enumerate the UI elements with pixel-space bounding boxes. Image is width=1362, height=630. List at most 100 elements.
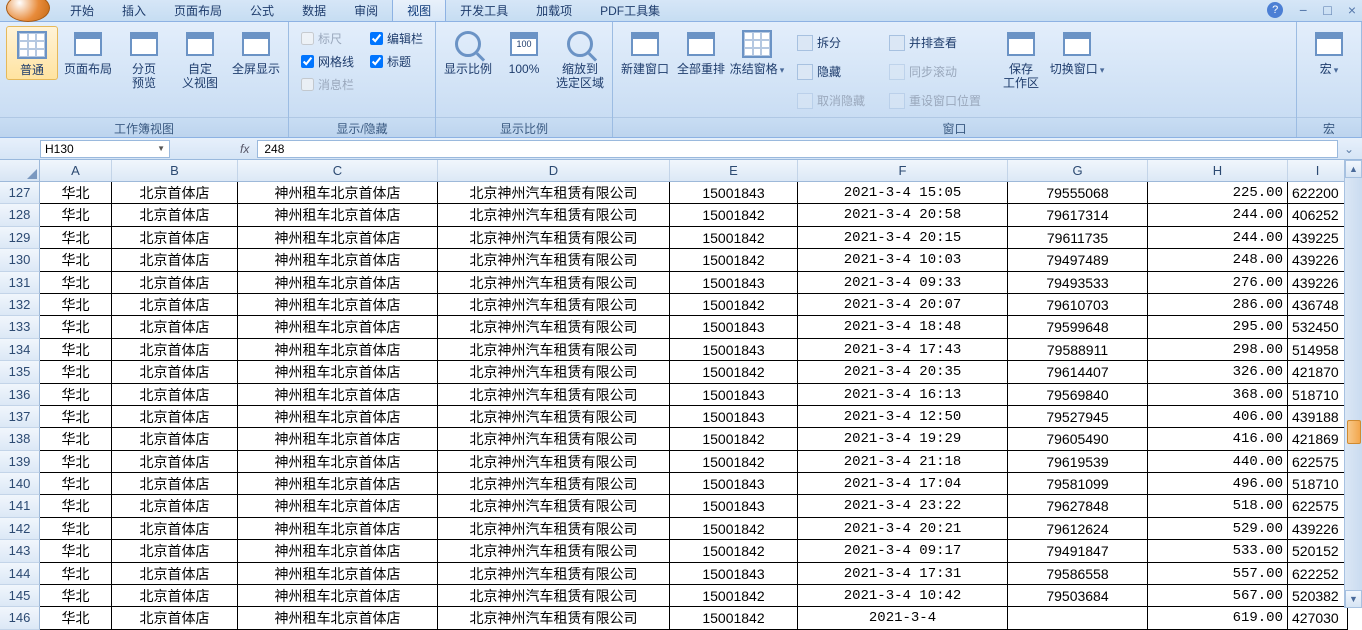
cell[interactable]: 神州租车北京首体店 (238, 540, 438, 562)
cell[interactable]: 532450 (1288, 316, 1348, 338)
help-icon[interactable]: ? (1267, 2, 1283, 18)
cell[interactable]: 北京神州汽车租赁有限公司 (438, 361, 670, 383)
row-header[interactable]: 136 (0, 384, 40, 406)
cell[interactable]: 神州租车北京首体店 (238, 316, 438, 338)
col-header-H[interactable]: H (1148, 160, 1288, 181)
cell[interactable]: 439226 (1288, 249, 1348, 271)
cell[interactable]: 15001843 (670, 182, 798, 204)
cell[interactable]: 华北 (40, 384, 112, 406)
normal-view-button[interactable]: 普通 (6, 26, 58, 80)
cell[interactable]: 华北 (40, 518, 112, 540)
cell[interactable]: 神州租车北京首体店 (238, 451, 438, 473)
table-row[interactable]: 140华北北京首体店神州租车北京首体店北京神州汽车租赁有限公司150018432… (0, 473, 1362, 495)
cell[interactable]: 79617314 (1008, 204, 1148, 226)
cell[interactable]: 520152 (1288, 540, 1348, 562)
cell[interactable]: 79569840 (1008, 384, 1148, 406)
cell[interactable]: 79627848 (1008, 495, 1148, 517)
tab-pagelayout[interactable]: 页面布局 (160, 0, 236, 21)
cell[interactable]: 神州租车北京首体店 (238, 339, 438, 361)
cell[interactable]: 2021-3-4 09:33 (798, 272, 1008, 294)
cell[interactable]: 416.00 (1148, 428, 1288, 450)
cell[interactable]: 79581099 (1008, 473, 1148, 495)
zoom-button[interactable]: 显示比例 (442, 26, 494, 78)
cell[interactable]: 427030 (1288, 607, 1348, 629)
hide-button[interactable]: 隐藏 (793, 61, 869, 82)
cell[interactable]: 79619539 (1008, 451, 1148, 473)
close-button[interactable]: × (1348, 2, 1356, 18)
cell[interactable]: 神州租车北京首体店 (238, 563, 438, 585)
row-header[interactable]: 134 (0, 339, 40, 361)
row-header[interactable]: 131 (0, 272, 40, 294)
side-by-side-button[interactable]: 并排查看 (885, 32, 985, 53)
table-row[interactable]: 142华北北京首体店神州租车北京首体店北京神州汽车租赁有限公司150018422… (0, 518, 1362, 540)
cell[interactable]: 439188 (1288, 406, 1348, 428)
cell[interactable]: 15001843 (670, 495, 798, 517)
switch-windows-button[interactable]: 切换窗口▾ (1051, 26, 1103, 79)
cell[interactable]: 北京首体店 (112, 473, 238, 495)
cell[interactable]: 440.00 (1148, 451, 1288, 473)
cell[interactable]: 79491847 (1008, 540, 1148, 562)
cell[interactable]: 华北 (40, 607, 112, 629)
row-header[interactable]: 145 (0, 585, 40, 607)
cell[interactable]: 华北 (40, 227, 112, 249)
table-row[interactable]: 129华北北京首体店神州租车北京首体店北京神州汽车租赁有限公司150018422… (0, 227, 1362, 249)
cell[interactable]: 神州租车北京首体店 (238, 361, 438, 383)
cell[interactable]: 神州租车北京首体店 (238, 495, 438, 517)
cell[interactable]: 15001842 (670, 540, 798, 562)
cell[interactable]: 406252 (1288, 204, 1348, 226)
table-row[interactable]: 145华北北京首体店神州租车北京首体店北京神州汽车租赁有限公司150018422… (0, 585, 1362, 607)
table-row[interactable]: 132华北北京首体店神州租车北京首体店北京神州汽车租赁有限公司150018422… (0, 294, 1362, 316)
cell[interactable]: 286.00 (1148, 294, 1288, 316)
cell[interactable]: 439226 (1288, 272, 1348, 294)
cell[interactable]: 619.00 (1148, 607, 1288, 629)
scroll-up-button[interactable]: ▲ (1345, 160, 1362, 178)
minimize-button[interactable]: − (1299, 2, 1307, 18)
cell[interactable]: 15001843 (670, 272, 798, 294)
cell[interactable]: 神州租车北京首体店 (238, 204, 438, 226)
cell[interactable]: 北京神州汽车租赁有限公司 (438, 316, 670, 338)
table-row[interactable]: 130华北北京首体店神州租车北京首体店北京神州汽车租赁有限公司150018422… (0, 249, 1362, 271)
cell[interactable]: 15001843 (670, 473, 798, 495)
table-row[interactable]: 134华北北京首体店神州租车北京首体店北京神州汽车租赁有限公司150018432… (0, 339, 1362, 361)
cell[interactable]: 神州租车北京首体店 (238, 384, 438, 406)
cell[interactable]: 79493533 (1008, 272, 1148, 294)
cell[interactable]: 2021-3-4 23:22 (798, 495, 1008, 517)
cell[interactable]: 华北 (40, 294, 112, 316)
row-header[interactable]: 146 (0, 607, 40, 629)
table-row[interactable]: 141华北北京首体店神州租车北京首体店北京神州汽车租赁有限公司150018432… (0, 495, 1362, 517)
freeze-panes-button[interactable]: 冻结窗格▾ (731, 26, 783, 79)
row-header[interactable]: 139 (0, 451, 40, 473)
table-row[interactable]: 137华北北京首体店神州租车北京首体店北京神州汽车租赁有限公司150018432… (0, 406, 1362, 428)
cell[interactable]: 北京神州汽车租赁有限公司 (438, 339, 670, 361)
cell[interactable]: 2021-3-4 20:07 (798, 294, 1008, 316)
cell[interactable]: 406.00 (1148, 406, 1288, 428)
cell[interactable]: 439226 (1288, 518, 1348, 540)
table-row[interactable]: 146华北北京首体店神州租车北京首体店北京神州汽车租赁有限公司150018422… (0, 607, 1362, 629)
cell[interactable]: 神州租车北京首体店 (238, 294, 438, 316)
tab-data[interactable]: 数据 (288, 0, 340, 21)
cell[interactable]: 518710 (1288, 384, 1348, 406)
cell[interactable]: 北京首体店 (112, 607, 238, 629)
cell[interactable]: 华北 (40, 495, 112, 517)
cell[interactable]: 295.00 (1148, 316, 1288, 338)
tab-home[interactable]: 开始 (56, 0, 108, 21)
cell[interactable]: 北京首体店 (112, 204, 238, 226)
cell[interactable]: 439225 (1288, 227, 1348, 249)
save-workspace-button[interactable]: 保存 工作区 (995, 26, 1047, 92)
cell[interactable]: 326.00 (1148, 361, 1288, 383)
cell[interactable]: 北京首体店 (112, 339, 238, 361)
cell[interactable]: 北京首体店 (112, 585, 238, 607)
tab-view[interactable]: 视图 (392, 0, 446, 21)
col-header-A[interactable]: A (40, 160, 112, 181)
cell[interactable] (1008, 607, 1148, 629)
cell[interactable]: 2021-3-4 17:04 (798, 473, 1008, 495)
formula-input[interactable]: 248 (257, 140, 1338, 158)
col-header-B[interactable]: B (112, 160, 238, 181)
cell[interactable]: 15001843 (670, 384, 798, 406)
table-row[interactable]: 127华北北京首体店神州租车北京首体店北京神州汽车租赁有限公司150018432… (0, 182, 1362, 204)
select-all-corner[interactable] (0, 160, 40, 181)
cell[interactable]: 421870 (1288, 361, 1348, 383)
cell[interactable]: 北京首体店 (112, 227, 238, 249)
table-row[interactable]: 131华北北京首体店神州租车北京首体店北京神州汽车租赁有限公司150018432… (0, 272, 1362, 294)
cell[interactable]: 276.00 (1148, 272, 1288, 294)
